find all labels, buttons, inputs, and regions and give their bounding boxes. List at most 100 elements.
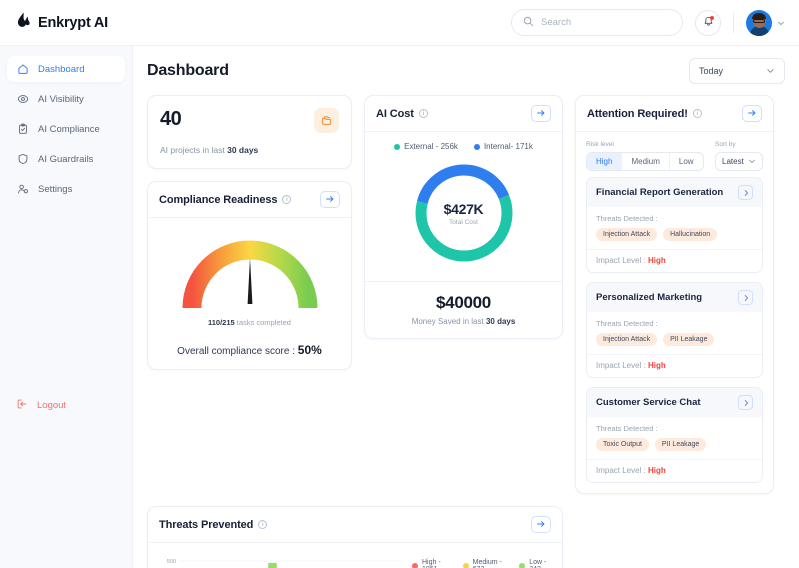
sidebar-item-label: AI Visibility [38,94,84,105]
impact-level-value: High [648,256,666,265]
ai-cost-donut-center: $427K Total Cost [365,153,562,281]
sidebar-item-label: AI Guardrails [38,154,93,165]
flame-icon [16,12,31,34]
search-icon [523,14,534,32]
threats-bar-chart: 0100200300400500InjectionAttackPIILeakag… [154,553,406,568]
ai-cost-card-title: AI Cost [376,108,414,120]
alert-expand-button[interactable] [738,185,753,200]
legend-label-low: Low - 342 [529,559,556,568]
ai-cost-open-button[interactable] [531,105,551,122]
info-icon[interactable]: i [258,520,267,529]
logout-button[interactable]: Logout [7,392,125,418]
brand-logo[interactable]: Enkrypt AI [16,12,108,34]
sidebar-item-ai-visibility[interactable]: AI Visibility [7,86,125,112]
top-bar: Enkrypt AI [0,0,799,46]
info-icon[interactable]: i [282,195,291,204]
threat-chip-group: Injection Attack PII Leakage [596,333,753,346]
risk-option-medium[interactable]: Medium [622,153,669,170]
ai-projects-count: 40 [160,108,181,131]
ai-projects-top: 40 [160,108,339,133]
attention-open-button[interactable] [742,105,762,122]
sidebar-item-label: Settings [38,184,72,195]
list-item[interactable]: Customer Service Chat Threats Detected : [586,387,763,483]
threat-chip-group: Toxic Output PII Leakage [596,438,753,451]
notification-badge [710,16,714,20]
user-menu[interactable] [746,10,785,36]
info-icon[interactable]: i [419,109,428,118]
threat-chip: PII Leakage [663,333,714,346]
threat-chip: Toxic Output [596,438,649,451]
sidebar-item-dashboard[interactable]: Dashboard [7,56,125,82]
risk-level-filter: Risk level High Medium Low [586,141,704,171]
alert-footer: Impact Level : High [587,250,762,272]
alert-body: Threats Detected : Injection Attack Hall… [587,207,762,250]
threats-open-button[interactable] [531,516,551,533]
legend-item-low: Low - 342 [519,559,556,568]
home-icon [16,63,29,76]
date-filter-select[interactable]: Today [689,58,785,84]
ai-projects-caption-highlight: 30 days [227,145,258,155]
alert-body: Threats Detected : Toxic Output PII Leak… [587,417,762,460]
sidebar-item-settings[interactable]: Settings [7,176,125,202]
money-saved-caption-highlight: 30 days [486,317,515,326]
alert-footer: Impact Level : High [587,355,762,377]
ai-projects-caption-pre: AI projects in last [160,145,227,155]
compliance-gauge [175,228,325,316]
sidebar-item-ai-guardrails[interactable]: AI Guardrails [7,146,125,172]
search-input[interactable] [541,17,671,28]
compliance-open-button[interactable] [320,191,340,208]
risk-option-low[interactable]: Low [670,153,703,170]
list-item[interactable]: Financial Report Generation Threats Dete… [586,177,763,273]
info-icon[interactable]: i [693,109,702,118]
impact-level-label: Impact Level : [596,256,648,265]
search-box[interactable] [511,9,683,36]
impact-level-value: High [648,466,666,475]
money-saved-caption-pre: Money Saved in last [412,317,486,326]
risk-level-segmented-control[interactable]: High Medium Low [586,152,704,171]
column-right: Attention Required! i Risk level [575,95,774,494]
alert-header: Financial Report Generation [587,178,762,207]
chevron-down-icon [766,66,775,77]
threats-detected-label: Threats Detected : [596,214,753,223]
risk-option-high[interactable]: High [587,153,622,170]
alert-header: Customer Service Chat [587,388,762,417]
alert-footer: Impact Level : High [587,460,762,482]
threats-detected-label: Threats Detected : [596,319,753,328]
main-content: Dashboard Today 40 [133,46,799,568]
arrow-right-icon [536,105,546,123]
attention-card-header: Attention Required! i [576,96,773,132]
topbar-divider [733,13,734,33]
threats-prevented-card: Threats Prevented i 0100200300400500Inje… [147,506,563,568]
sort-by-filter: Sort by Latest [715,141,763,171]
money-saved-value: $40000 [365,293,562,313]
sidebar-spacer [0,206,132,392]
compliance-card-header: Compliance Readiness i [148,182,351,218]
app-root: Enkrypt AI [0,0,799,568]
threat-chip: Injection Attack [596,333,657,346]
topbar-right-group [511,9,785,36]
sort-by-label: Sort by [715,141,763,148]
page-title: Dashboard [147,62,229,80]
impact-level-value: High [648,361,666,370]
sort-by-select[interactable]: Latest [715,152,763,171]
ai-cost-total-value: $427K [444,201,484,217]
alert-expand-button[interactable] [738,395,753,410]
ai-cost-total-label: Total Cost [449,219,478,226]
page-header: Dashboard Today [147,58,785,84]
folder-icon [314,108,339,133]
notifications-button[interactable] [695,10,721,36]
sidebar-item-ai-compliance[interactable]: AI Compliance [7,116,125,142]
list-item[interactable]: Personalized Marketing Threats Detected … [586,282,763,378]
legend-label-external: External - 256k [404,142,458,151]
chevron-right-icon [742,289,750,307]
logout-icon [16,398,28,413]
ai-projects-caption: AI projects in last 30 days [160,145,339,155]
threat-chip-group: Injection Attack Hallucination [596,228,753,241]
alert-expand-button[interactable] [738,290,753,305]
alert-header: Personalized Marketing [587,283,762,312]
legend-dot-low [519,563,525,568]
attention-filters: Risk level High Medium Low Sort by [576,132,773,177]
sidebar: Dashboard AI Visibility AI Compliance AI… [0,46,133,568]
legend-item-external: External - 256k [394,142,458,151]
dashboard-grid: 40 AI projects in last 30 days [147,95,785,494]
